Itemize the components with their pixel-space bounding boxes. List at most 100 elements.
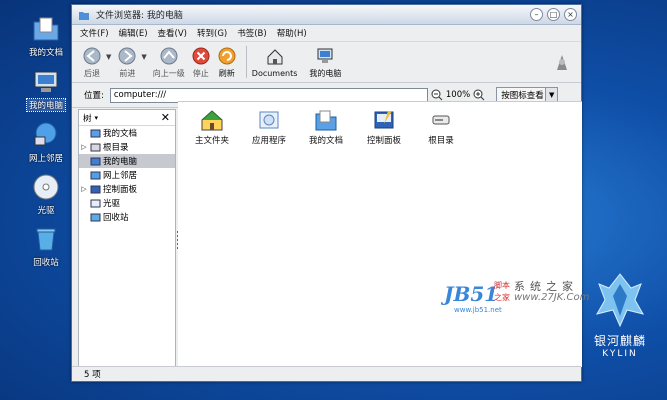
desktop-icon-label: 我的文档	[28, 48, 63, 58]
zoom-out-icon[interactable]	[431, 89, 443, 101]
forward-history-dropdown[interactable]: ▼	[141, 53, 146, 61]
kylin-logo: 银河麒麟 KYLIN	[588, 270, 652, 380]
tree-item-icon	[90, 213, 101, 221]
sidebar-type-dropdown-icon[interactable]: ▾	[95, 114, 99, 122]
documents-label: Documents	[251, 68, 298, 78]
forward-arrow-icon	[118, 47, 136, 64]
desktop-icon-label: 光驱	[37, 206, 55, 216]
watermark-cn-top: 脚本	[494, 281, 510, 290]
sidebar-tree-item[interactable]: 网上邻居	[79, 168, 175, 182]
tree-item-icon	[90, 143, 101, 151]
desktop-icon-cdrom[interactable]: 光驱	[14, 172, 78, 216]
file-label: 应用程序	[251, 136, 286, 146]
documents-button[interactable]: Documents	[251, 47, 298, 78]
desktop-icon-label: 回收站	[33, 258, 59, 268]
drive-icon	[432, 115, 450, 125]
file-item-root[interactable]: 根目录	[411, 108, 471, 146]
menu-bookmarks[interactable]: 书签(B)	[237, 27, 266, 39]
refresh-icon	[218, 47, 236, 64]
sidebar-tree-item[interactable]: 回收站	[79, 210, 175, 224]
folder-icon	[79, 11, 89, 20]
computer-icon	[317, 48, 333, 63]
sidebar-header: 树 ▾ ✕	[79, 110, 175, 126]
watermark-url-small: www.jb51.net	[454, 306, 502, 314]
zoom-level[interactable]: 100%	[446, 90, 470, 100]
computer-label: 我的电脑	[309, 68, 342, 78]
sidebar-tree-item[interactable]: ▷ 根目录	[79, 140, 175, 154]
close-sidebar-icon[interactable]: ✕	[161, 111, 170, 124]
forward-label: 前进	[119, 68, 136, 78]
location-label: 位置:	[84, 91, 104, 101]
sidebar-tree: 树 ▾ ✕ 我的文档 ▷ 根目录我的电脑网上邻居 ▷ 控制面板光驱回收站	[78, 109, 176, 371]
status-text: 5 项	[84, 370, 101, 380]
stop-label: 停止	[192, 68, 209, 78]
watermark-url: www.27JK.Com	[514, 292, 590, 303]
file-label: 控制面板	[366, 136, 401, 146]
back-arrow-icon	[83, 47, 101, 64]
up-button[interactable]: 向上一级	[151, 46, 187, 79]
tree-item-label: 控制面板	[103, 185, 138, 195]
back-history-dropdown[interactable]: ▼	[106, 53, 111, 61]
back-label: 后退	[84, 68, 100, 78]
menu-file[interactable]: 文件(F)	[80, 27, 109, 39]
title-bar[interactable]: 文件浏览器: 我的电脑 – □ ×	[72, 5, 581, 25]
tree-item-icon	[90, 185, 101, 193]
up-label: 向上一级	[152, 68, 185, 78]
tree-item-label: 我的电脑	[103, 157, 138, 167]
menu-help[interactable]: 帮助(H)	[277, 27, 307, 39]
cd-icon	[33, 174, 59, 200]
desktop-icon-my-computer[interactable]: 我的电脑	[14, 67, 78, 112]
back-button[interactable]: 后退	[80, 46, 104, 79]
zoom-in-icon[interactable]	[473, 89, 485, 101]
sidebar-tree-item[interactable]: ▷ 控制面板	[79, 182, 175, 196]
computer-button[interactable]: 我的电脑	[305, 46, 345, 79]
network-icon	[34, 122, 57, 146]
tree-item-icon	[90, 199, 101, 207]
menu-view[interactable]: 查看(V)	[158, 27, 187, 39]
menu-edit[interactable]: 编辑(E)	[119, 27, 148, 39]
desktop-icon-label: 我的电脑	[25, 98, 67, 112]
home-folder-icon	[201, 110, 223, 131]
tree-item-label: 回收站	[103, 213, 129, 223]
kylin-name: 银河麒麟	[593, 334, 646, 348]
file-item-applications[interactable]: 应用程序	[239, 108, 299, 146]
file-label: 主文件夹	[194, 136, 229, 146]
window-title: 文件浏览器: 我的电脑	[96, 11, 183, 21]
stop-icon	[192, 47, 210, 64]
computer-icon	[34, 71, 58, 92]
status-bar: 5 项	[72, 366, 581, 381]
sidebar-tree-item[interactable]: 光驱	[79, 196, 175, 210]
sidebar-title: 树	[83, 113, 92, 124]
refresh-button[interactable]: 刷新	[215, 46, 239, 79]
tree-item-label: 光驱	[103, 199, 121, 209]
throbber-icon	[557, 55, 567, 70]
desktop-icon-trash[interactable]: 回收站	[14, 224, 78, 268]
stop-button[interactable]: 停止	[189, 46, 213, 79]
tree-item-icon	[90, 157, 101, 165]
file-view: 主文件夹 应用程序 我的文档 控制面板 根目录 JB51 脚本 之家 系统之家 …	[178, 101, 589, 367]
tree-item-label: 网上邻居	[103, 171, 138, 181]
home-icon	[267, 48, 283, 64]
watermark-brand: JB51	[444, 282, 499, 306]
forward-button[interactable]: 前进	[115, 46, 139, 79]
toolbar-separator	[245, 46, 247, 78]
trash-icon	[36, 228, 56, 251]
expand-arrow-icon[interactable]: ▷	[79, 185, 89, 193]
file-item-control-panel[interactable]: 控制面板	[354, 108, 414, 146]
maximize-button[interactable]: □	[547, 8, 560, 21]
tree-item-icon	[90, 171, 101, 179]
tree-item-label: 我的文档	[103, 129, 138, 139]
sidebar-tree-item[interactable]: 我的电脑	[79, 154, 175, 168]
expand-arrow-icon[interactable]: ▷	[79, 143, 89, 151]
file-item-my-documents[interactable]: 我的文档	[296, 108, 356, 146]
sidebar-tree-item[interactable]: 我的文档	[79, 126, 175, 140]
minimize-button[interactable]: –	[530, 8, 543, 21]
menu-go[interactable]: 转到(G)	[197, 27, 227, 39]
desktop-icon-my-documents[interactable]: 我的文档	[14, 14, 78, 58]
view-mode-value: 按图标查看	[501, 91, 544, 101]
desktop-icon-network[interactable]: 网上邻居	[14, 120, 78, 164]
close-button[interactable]: ×	[564, 8, 577, 21]
kylin-en: KYLIN	[602, 349, 638, 359]
file-item-home[interactable]: 主文件夹	[182, 108, 242, 146]
applications-icon	[259, 111, 279, 129]
